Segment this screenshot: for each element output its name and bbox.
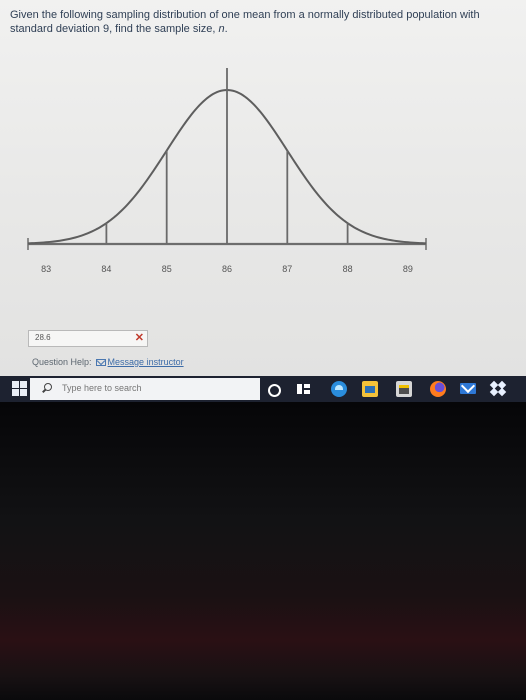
store-icon[interactable] bbox=[396, 381, 412, 397]
task-view-icon[interactable] bbox=[296, 381, 312, 397]
tick-label-85: 85 bbox=[162, 264, 172, 274]
edge-icon[interactable] bbox=[331, 381, 347, 397]
taskbar-search-box[interactable]: Type here to search bbox=[30, 378, 260, 400]
search-icon bbox=[44, 383, 52, 391]
tick-label-83: 83 bbox=[41, 264, 51, 274]
question-help-label: Question Help: bbox=[32, 357, 92, 367]
question-help: Question Help: Message instructor bbox=[32, 357, 184, 367]
file-explorer-icon[interactable] bbox=[362, 381, 378, 397]
firefox-icon[interactable] bbox=[430, 381, 446, 397]
tick-label-87: 87 bbox=[282, 264, 292, 274]
tick-label-88: 88 bbox=[343, 264, 353, 274]
clear-answer-icon[interactable]: ✕ bbox=[135, 331, 144, 344]
dropbox-icon[interactable] bbox=[489, 380, 507, 397]
answer-input[interactable]: 28.6 ✕ bbox=[28, 330, 148, 347]
screen-bezel-dark-area bbox=[0, 402, 526, 700]
answer-value: 28.6 bbox=[35, 333, 51, 342]
message-instructor-link[interactable]: Message instructor bbox=[108, 357, 184, 367]
tick-label-89: 89 bbox=[403, 264, 413, 274]
tick-label-86: 86 bbox=[222, 264, 232, 274]
envelope-icon bbox=[95, 359, 106, 366]
windows-start-icon[interactable] bbox=[12, 381, 28, 397]
tick-label-84: 84 bbox=[101, 264, 111, 274]
sampling-distribution-chart: 83 84 85 86 87 88 89 bbox=[27, 68, 427, 274]
search-placeholder: Type here to search bbox=[62, 383, 142, 393]
cortana-icon[interactable] bbox=[268, 384, 281, 397]
mail-icon[interactable] bbox=[460, 383, 476, 394]
browser-page: Given the following sampling distributio… bbox=[0, 0, 526, 378]
taskbar: Type here to search bbox=[0, 376, 526, 402]
